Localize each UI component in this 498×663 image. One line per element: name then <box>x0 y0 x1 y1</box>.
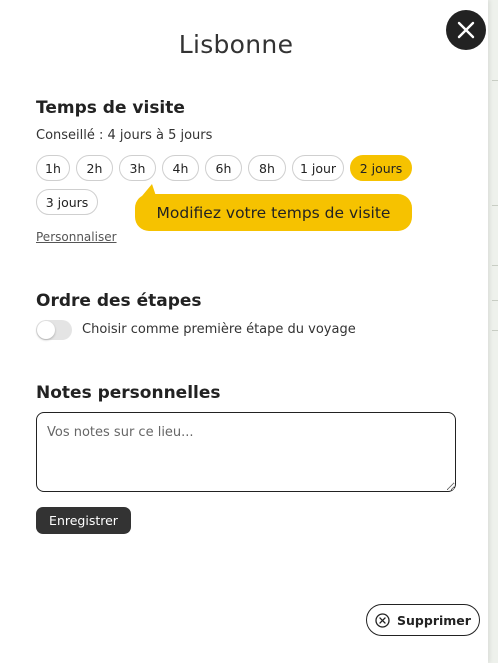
duration-chip-1-jour[interactable]: 1 jour <box>292 155 344 181</box>
delete-label: Supprimer <box>397 612 471 628</box>
visit-time-tooltip: Modifiez votre temps de visite <box>135 194 412 231</box>
page-title: Lisbonne <box>178 30 294 59</box>
duration-chip-6h[interactable]: 6h <box>205 155 242 181</box>
duration-chip-1h[interactable]: 1h <box>36 155 70 181</box>
notes-heading: Notes personnelles <box>36 383 221 403</box>
first-stop-toggle-label[interactable]: Choisir comme première étape du voyage <box>82 322 356 337</box>
customize-link[interactable]: Personnaliser <box>36 230 117 244</box>
duration-chip-4h[interactable]: 4h <box>162 155 199 181</box>
duration-chip-3h[interactable]: 3h <box>119 155 156 181</box>
place-details-panel: Lisbonne Temps de visite Conseillé : 4 j… <box>0 0 488 663</box>
circle-x-icon <box>375 612 390 628</box>
visit-time-heading: Temps de visite <box>36 98 185 118</box>
duration-chip-2-jours[interactable]: 2 jours <box>350 155 412 181</box>
map-backdrop <box>488 0 498 663</box>
duration-chip-8h[interactable]: 8h <box>248 155 286 181</box>
notes-textarea[interactable] <box>36 412 456 492</box>
advice-text: Conseillé : 4 jours à 5 jours <box>36 128 213 143</box>
delete-button[interactable]: Supprimer <box>366 604 480 636</box>
order-heading: Ordre des étapes <box>36 291 202 311</box>
duration-chip-2h[interactable]: 2h <box>76 155 113 181</box>
toggle-knob <box>37 321 55 339</box>
save-button[interactable]: Enregistrer <box>36 507 131 534</box>
first-stop-toggle[interactable] <box>36 320 72 340</box>
duration-chip-3-jours[interactable]: 3 jours <box>36 189 98 215</box>
